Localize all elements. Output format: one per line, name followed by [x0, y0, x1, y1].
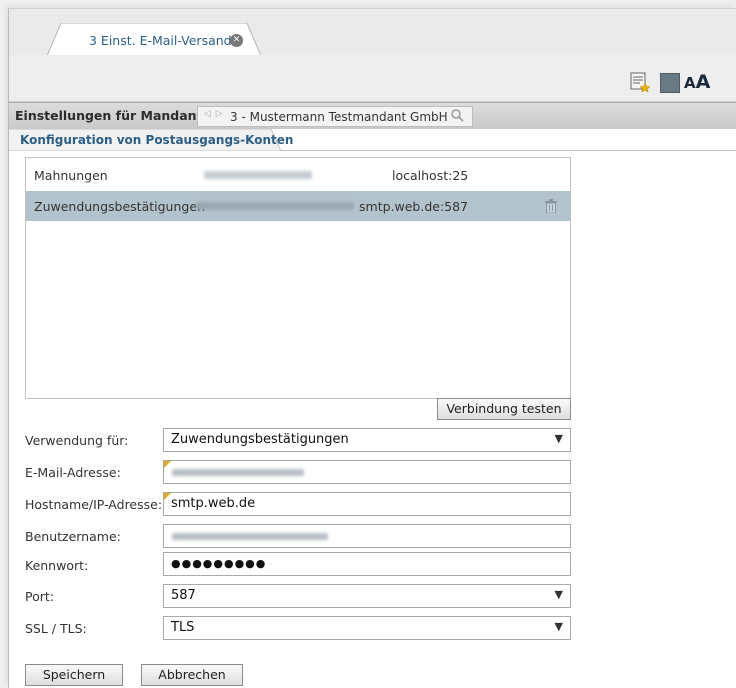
list-item-selected[interactable]: Zuwendungsbestätigungen smtp.web.de:587 — [26, 191, 570, 221]
tab-label: 3 Einst. E-Mail-Versand — [89, 33, 232, 48]
account-name: Mahnungen — [34, 168, 108, 183]
ssl-label: SSL / TLS: — [25, 621, 87, 636]
list-item[interactable]: Mahnungen localhost:25 — [26, 160, 570, 190]
password-label: Kennwort: — [25, 558, 89, 573]
username-field[interactable] — [163, 524, 571, 548]
chevron-down-icon: ▼ — [554, 432, 563, 445]
verwendung-select[interactable]: Zuwendungsbestätigungen ▼ — [163, 428, 571, 452]
account-server: localhost:25 — [392, 168, 469, 183]
username-label: Benutzername: — [25, 529, 121, 544]
port-select[interactable]: 587 ▼ — [163, 584, 571, 608]
account-name: Zuwendungsbestätigungen — [34, 199, 205, 214]
changed-marker — [164, 493, 171, 500]
window: 3 Einst. E-Mail-Versand ✕ AA Einstellung… — [8, 8, 736, 688]
save-button[interactable]: Speichern — [25, 664, 123, 686]
mandant-selector[interactable]: ◁ ▷ 3 - Mustermann Testmandant GmbH — [197, 106, 473, 127]
account-email-redacted — [196, 202, 354, 210]
chevron-down-icon: ▼ — [554, 620, 563, 633]
section-header: Konfiguration von Postausgangs-Konten — [9, 129, 736, 151]
verwendung-label: Verwendung für: — [25, 433, 129, 448]
email-field[interactable] — [163, 460, 571, 484]
tab-email-versand[interactable]: 3 Einst. E-Mail-Versand ✕ — [47, 23, 261, 56]
notes-star-icon[interactable] — [630, 72, 650, 92]
password-field[interactable]: ●●●●●●●●● — [163, 552, 571, 576]
section-title: Konfiguration von Postausgangs-Konten — [20, 133, 294, 147]
square-icon[interactable] — [660, 73, 680, 93]
mandant-value: 3 - Mustermann Testmandant GmbH — [230, 110, 448, 124]
test-connection-button[interactable]: Verbindung testen — [437, 398, 571, 420]
username-value-redacted — [172, 533, 328, 540]
port-label: Port: — [25, 589, 54, 604]
changed-marker — [164, 461, 171, 468]
email-value-redacted — [172, 469, 304, 476]
cancel-button[interactable]: Abbrechen — [141, 664, 243, 686]
tab-strip: 3 Einst. E-Mail-Versand ✕ — [9, 9, 736, 56]
verwendung-value: Zuwendungsbestätigungen — [171, 432, 349, 447]
nav-arrows-icon[interactable]: ◁ ▷ — [204, 109, 224, 119]
account-server: smtp.web.de:587 — [359, 199, 469, 214]
trash-icon[interactable] — [545, 199, 557, 213]
ssl-select[interactable]: TLS ▼ — [163, 616, 571, 640]
email-label: E-Mail-Adresse: — [25, 465, 121, 480]
account-email-redacted — [204, 171, 312, 179]
host-field[interactable]: smtp.web.de — [163, 492, 571, 516]
mandant-bar: Einstellungen für Mandant: ◁ ▷ 3 - Muste… — [9, 102, 736, 129]
close-icon[interactable]: ✕ — [230, 34, 243, 47]
font-size-icon[interactable]: AA — [684, 71, 710, 93]
port-value: 587 — [171, 588, 196, 603]
chevron-down-icon: ▼ — [554, 588, 563, 601]
mandant-label: Einstellungen für Mandant: — [15, 108, 208, 123]
password-value: ●●●●●●●●● — [171, 557, 267, 570]
account-list[interactable]: Mahnungen localhost:25 Zuwendungsbestäti… — [25, 157, 571, 399]
ssl-value: TLS — [171, 620, 195, 635]
host-value: smtp.web.de — [171, 496, 256, 511]
toolbar: AA — [9, 55, 736, 102]
search-icon[interactable] — [450, 107, 464, 126]
host-label: Hostname/IP-Adresse: — [25, 497, 163, 512]
